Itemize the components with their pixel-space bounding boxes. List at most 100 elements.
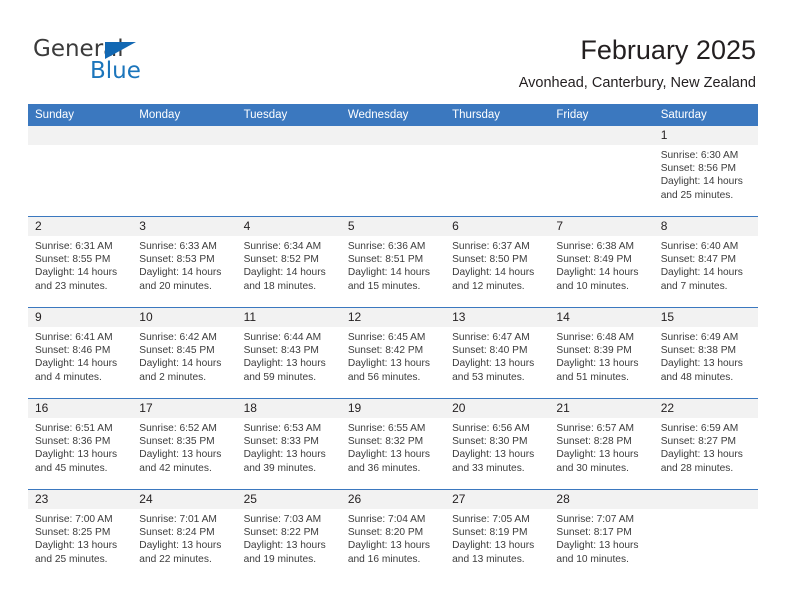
- day-cell[interactable]: 2 Sunrise: 6:31 AM Sunset: 8:55 PM Daylight…: [28, 216, 133, 308]
- sunset-text: Sunset: 8:40 PM: [452, 345, 528, 357]
- daylight-text-line1: Daylight: 14 hours: [139, 267, 222, 279]
- daylight-text-line1: Daylight: 13 hours: [660, 358, 743, 370]
- sunset-text: Sunset: 8:46 PM: [35, 345, 111, 357]
- sunset-text: Sunset: 8:36 PM: [35, 436, 111, 448]
- day-cell[interactable]: 21 Sunrise: 6:57 AM Sunset: 8:28 PM Dayligh…: [549, 398, 654, 490]
- daylight-text-line1: Daylight: 14 hours: [452, 267, 535, 279]
- weekday-header-monday: Monday: [132, 104, 237, 126]
- sunset-text: Sunset: 8:52 PM: [243, 254, 319, 266]
- day-cell[interactable]: 25 Sunrise: 7:03 AM Sunset: 8:22 PM Dayligh…: [236, 489, 341, 580]
- day-cell[interactable]: [236, 126, 341, 217]
- sunset-text: Sunset: 8:49 PM: [556, 254, 632, 266]
- daylight-text-line2: and 48 minutes.: [660, 371, 734, 383]
- day-number: 6: [445, 217, 550, 236]
- sunset-text: Sunset: 8:56 PM: [660, 163, 737, 175]
- weekday-header-wednesday: Wednesday: [340, 104, 446, 126]
- day-cell[interactable]: [549, 126, 654, 217]
- sunrise-text: Sunrise: 7:05 AM: [452, 514, 530, 525]
- sunrise-text: Sunrise: 6:56 AM: [452, 423, 530, 434]
- day-number: 1: [653, 126, 758, 145]
- day-cell[interactable]: 4 Sunrise: 6:34 AM Sunset: 8:52 PM Daylight…: [236, 216, 341, 308]
- sunrise-text: Sunrise: 7:00 AM: [35, 514, 113, 525]
- day-cell[interactable]: 3 Sunrise: 6:33 AM Sunset: 8:53 PM Daylight…: [132, 216, 237, 308]
- sunrise-text: Sunrise: 6:52 AM: [139, 423, 217, 434]
- day-cell[interactable]: 6 Sunrise: 6:37 AM Sunset: 8:50 PM Daylight…: [445, 216, 550, 308]
- day-cell[interactable]: 24 Sunrise: 7:01 AM Sunset: 8:24 PM Dayligh…: [132, 489, 237, 580]
- day-number: 17: [132, 399, 237, 418]
- daylight-text-line2: and 2 minutes.: [139, 371, 207, 383]
- sunrise-text: Sunrise: 6:42 AM: [139, 332, 217, 343]
- day-cell[interactable]: 13 Sunrise: 6:47 AM Sunset: 8:40 PM Dayligh…: [445, 307, 550, 399]
- daylight-text-line2: and 53 minutes.: [452, 371, 525, 383]
- day-number: 8: [653, 217, 758, 236]
- day-cell[interactable]: 22 Sunrise: 6:59 AM Sunset: 8:27 PM Dayligh…: [653, 398, 758, 490]
- sunset-text: Sunset: 8:45 PM: [139, 345, 215, 357]
- day-cell[interactable]: 7 Sunrise: 6:38 AM Sunset: 8:49 PM Daylight…: [549, 216, 654, 308]
- day-cell[interactable]: 10 Sunrise: 6:42 AM Sunset: 8:45 PM Dayligh…: [132, 307, 237, 399]
- daylight-text-line2: and 59 minutes.: [243, 371, 317, 383]
- day-cell[interactable]: [340, 126, 446, 217]
- daylight-text-line1: Daylight: 13 hours: [347, 449, 430, 461]
- day-cell[interactable]: 20 Sunrise: 6:56 AM Sunset: 8:30 PM Dayligh…: [445, 398, 550, 490]
- daylight-text-line2: and 39 minutes.: [243, 462, 317, 474]
- day-number: 23: [28, 490, 133, 509]
- day-number: 24: [132, 490, 237, 509]
- sunrise-text: Sunrise: 6:44 AM: [243, 332, 322, 343]
- sunrise-text: Sunrise: 6:34 AM: [243, 241, 322, 252]
- sunrise-text: Sunrise: 6:47 AM: [452, 332, 530, 343]
- day-cell[interactable]: 17 Sunrise: 6:52 AM Sunset: 8:35 PM Dayligh…: [132, 398, 237, 490]
- sunrise-text: Sunrise: 7:07 AM: [556, 514, 634, 525]
- daylight-text-line2: and 33 minutes.: [452, 462, 525, 474]
- day-cell[interactable]: 11 Sunrise: 6:44 AM Sunset: 8:43 PM Dayligh…: [236, 307, 341, 399]
- daylight-text-line2: and 19 minutes.: [243, 553, 317, 565]
- sunrise-text: Sunrise: 6:45 AM: [347, 332, 426, 343]
- day-cell[interactable]: 14 Sunrise: 6:48 AM Sunset: 8:39 PM Dayligh…: [549, 307, 654, 399]
- daylight-text-line1: Daylight: 14 hours: [35, 358, 118, 370]
- sunset-text: Sunset: 8:43 PM: [243, 345, 319, 357]
- day-number: 15: [653, 308, 758, 327]
- day-cell[interactable]: 23 Sunrise: 7:00 AM Sunset: 8:25 PM Dayligh…: [28, 489, 133, 580]
- day-cell[interactable]: 15 Sunrise: 6:49 AM Sunset: 8:38 PM Dayligh…: [653, 307, 758, 399]
- day-cell[interactable]: [653, 489, 758, 580]
- daylight-text-line1: Daylight: 14 hours: [556, 267, 639, 279]
- daylight-text-line1: Daylight: 13 hours: [556, 449, 639, 461]
- sunset-text: Sunset: 8:28 PM: [556, 436, 632, 448]
- day-cell[interactable]: 19 Sunrise: 6:55 AM Sunset: 8:32 PM Dayligh…: [340, 398, 446, 490]
- day-number: 4: [236, 217, 341, 236]
- sunrise-text: Sunrise: 6:37 AM: [452, 241, 530, 252]
- daylight-text-line2: and 45 minutes.: [35, 462, 108, 474]
- day-cell[interactable]: 9 Sunrise: 6:41 AM Sunset: 8:46 PM Daylight…: [28, 307, 133, 399]
- day-cell[interactable]: [28, 126, 133, 217]
- day-cell[interactable]: 1 Sunrise: 6:30 AM Sunset: 8:56 PM Daylight…: [653, 126, 758, 217]
- sunrise-text: Sunrise: 6:36 AM: [347, 241, 426, 252]
- week-row: 2 Sunrise: 6:31 AM Sunset: 8:55 PM Daylight…: [28, 216, 758, 308]
- week-row: 16 Sunrise: 6:51 AM Sunset: 8:36 PM Dayligh…: [28, 398, 758, 490]
- day-cell[interactable]: 16 Sunrise: 6:51 AM Sunset: 8:36 PM Dayligh…: [28, 398, 133, 490]
- daylight-text-line2: and 25 minutes.: [660, 189, 734, 201]
- day-cell[interactable]: 28 Sunrise: 7:07 AM Sunset: 8:17 PM Dayligh…: [549, 489, 654, 580]
- day-cell[interactable]: 8 Sunrise: 6:40 AM Sunset: 8:47 PM Daylight…: [653, 216, 758, 308]
- day-cell[interactable]: 26 Sunrise: 7:04 AM Sunset: 8:20 PM Dayligh…: [340, 489, 446, 580]
- week-row: 23 Sunrise: 7:00 AM Sunset: 8:25 PM Dayligh…: [28, 489, 758, 580]
- daylight-text-line2: and 23 minutes.: [35, 280, 108, 292]
- daylight-text-line1: Daylight: 13 hours: [243, 449, 326, 461]
- sunrise-text: Sunrise: 6:59 AM: [660, 423, 739, 434]
- calendar-body: 1 Sunrise: 6:30 AM Sunset: 8:56 PM Daylight…: [28, 126, 758, 580]
- day-cell[interactable]: [445, 126, 550, 217]
- day-number: 28: [549, 490, 654, 509]
- sunset-text: Sunset: 8:24 PM: [139, 527, 215, 539]
- day-cell[interactable]: 18 Sunrise: 6:53 AM Sunset: 8:33 PM Dayligh…: [236, 398, 341, 490]
- day-number: 7: [549, 217, 654, 236]
- day-cell[interactable]: [132, 126, 237, 217]
- sunset-text: Sunset: 8:20 PM: [347, 527, 424, 539]
- week-row: 1 Sunrise: 6:30 AM Sunset: 8:56 PM Daylight…: [28, 126, 758, 217]
- day-cell[interactable]: 5 Sunrise: 6:36 AM Sunset: 8:51 PM Daylight…: [340, 216, 446, 308]
- day-number: [445, 126, 550, 145]
- general-blue-logo: General Blue: [33, 36, 233, 86]
- day-number: 25: [236, 490, 341, 509]
- daylight-text-line2: and 13 minutes.: [452, 553, 525, 565]
- page-title: February 2025: [580, 35, 756, 65]
- day-cell[interactable]: 12 Sunrise: 6:45 AM Sunset: 8:42 PM Dayligh…: [340, 307, 446, 399]
- sunrise-text: Sunrise: 6:49 AM: [660, 332, 739, 343]
- day-cell[interactable]: 27 Sunrise: 7:05 AM Sunset: 8:19 PM Dayligh…: [445, 489, 550, 580]
